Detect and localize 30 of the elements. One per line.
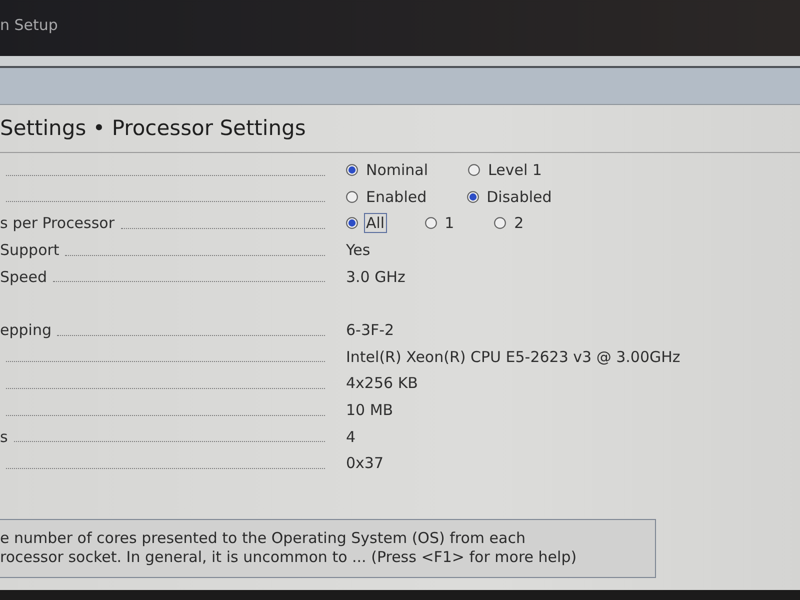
setting-label: s <box>0 428 8 446</box>
radio-option-label[interactable]: All <box>364 213 387 234</box>
setting-label: s per Processor <box>0 214 115 232</box>
setting-value: 6-3F-2 <box>346 321 394 340</box>
setting-label: Speed <box>0 268 48 286</box>
page-title: Settings • Processor Settings <box>0 115 306 142</box>
radio-option-label[interactable]: 2 <box>512 213 526 234</box>
setting-label: epping <box>0 321 52 340</box>
setting-value: 4x256 KB <box>346 374 418 392</box>
setting-value: 0x37 <box>346 454 384 472</box>
radio-icon[interactable] <box>424 217 437 230</box>
setting-value: Intel(R) Xeon(R) CPU E5-2623 v3 @ 3.00GHz <box>346 348 680 366</box>
setting-value: Yes <box>346 241 370 260</box>
radio-option-label[interactable]: Enabled <box>364 186 429 207</box>
radio-icon[interactable] <box>346 217 358 230</box>
radio-icon[interactable] <box>346 164 358 176</box>
radio-option-label[interactable]: 1 <box>442 213 456 234</box>
setting-value: 4 <box>346 428 356 446</box>
setting-value: 3.0 GHz <box>346 268 406 286</box>
radio-option-label[interactable]: Disabled <box>484 186 554 207</box>
radio-icon[interactable] <box>494 217 506 230</box>
header-title: n Setup <box>0 16 58 34</box>
setting-label: Support <box>0 241 60 260</box>
radio-icon[interactable] <box>346 190 358 203</box>
setting-value: 10 MB <box>346 401 394 420</box>
help-text: e number of cores presented to the Operating System (OS) from each rocessor socket. In general, it is uncommon to ... (Press <F1> for more help) <box>0 529 578 567</box>
radio-icon[interactable] <box>466 190 479 203</box>
radio-icon[interactable] <box>468 164 480 176</box>
radio-option-label[interactable]: Level 1 <box>486 160 544 180</box>
radio-option-label[interactable]: Nominal <box>364 160 430 180</box>
